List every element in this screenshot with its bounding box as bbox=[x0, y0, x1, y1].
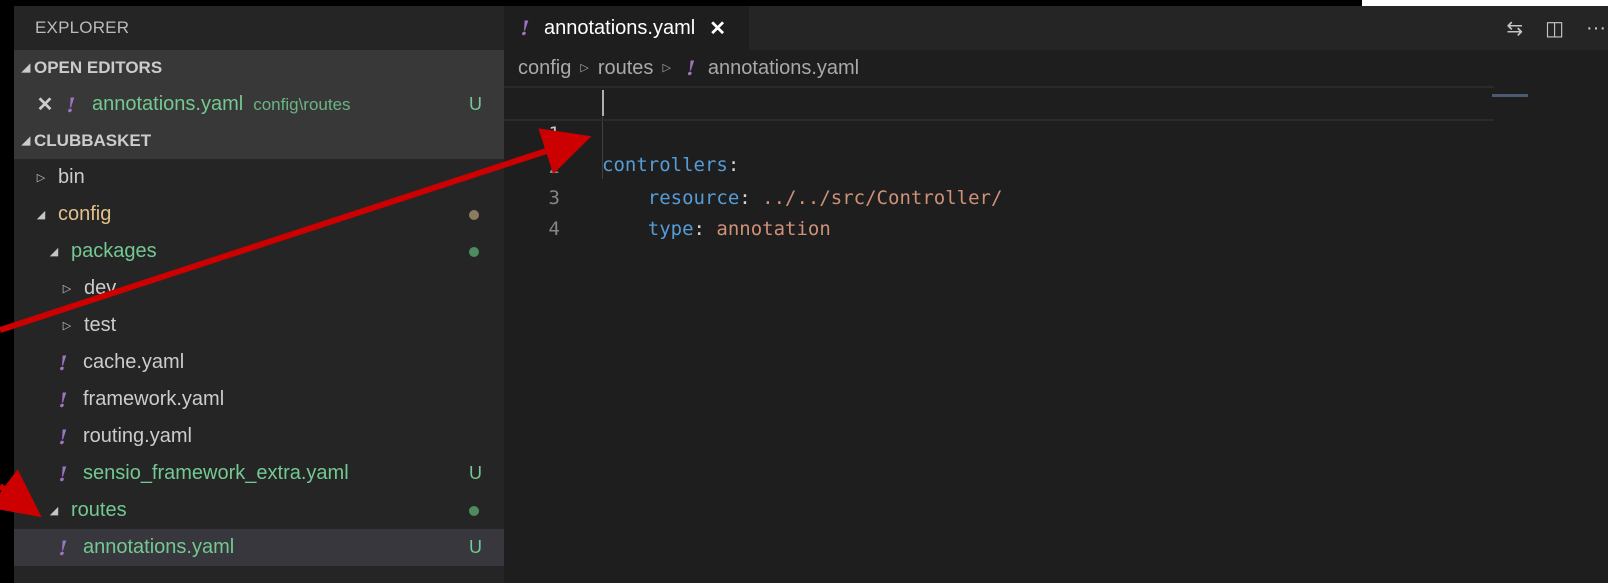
chevron-down-icon: ◢ bbox=[21, 135, 31, 147]
open-changes-icon[interactable]: ⇆ bbox=[1506, 16, 1523, 41]
line-number: 4 bbox=[548, 218, 560, 240]
yaml-icon: ! bbox=[66, 92, 76, 117]
tree-item-label: framework.yaml bbox=[83, 388, 225, 410]
split-editor-icon[interactable]: ◫ bbox=[1545, 16, 1564, 41]
modified-dot bbox=[469, 209, 479, 220]
corner-overlay bbox=[1362, 0, 1608, 6]
tree-item-label: annotations.yaml bbox=[83, 536, 235, 558]
chevron-down-icon: ◢ bbox=[21, 62, 31, 74]
tree-item-framework-yaml[interactable]: ! framework.yaml bbox=[14, 381, 504, 418]
project-header[interactable]: ◢ CLUBBASKET bbox=[14, 123, 504, 159]
breadcrumb: config ▷ routes ▷ ! annotations.yaml bbox=[504, 50, 1608, 86]
chevron-down-icon: ◢ bbox=[49, 505, 59, 517]
code-line[interactable]: 1 controllers: bbox=[504, 86, 1494, 176]
open-editor-item[interactable]: ✕ ! annotations.yaml config\routes U bbox=[14, 86, 504, 123]
chevron-right-icon: ▷ bbox=[62, 283, 72, 295]
explorer-sidebar: EXPLORER ◢ OPEN EDITORS ✕ ! annotations.… bbox=[14, 6, 504, 583]
yaml-key: type bbox=[647, 218, 694, 240]
untracked-badge: U bbox=[469, 537, 482, 557]
tree-item-sensio-yaml[interactable]: ! sensio_framework_extra.yaml U bbox=[14, 455, 504, 492]
tree-item-packages[interactable]: ◢ packages bbox=[14, 233, 504, 270]
tree-item-label: config bbox=[58, 203, 112, 225]
tree-item-label: cache.yaml bbox=[83, 351, 185, 373]
breadcrumb-item[interactable]: annotations.yaml bbox=[708, 50, 859, 86]
code-line[interactable]: 4 bbox=[504, 183, 1608, 240]
yaml-icon: ! bbox=[520, 16, 530, 40]
tree-item-label: bin bbox=[58, 166, 85, 188]
code-line[interactable]: 3 type: annotation bbox=[504, 152, 1608, 240]
breadcrumb-item[interactable]: routes bbox=[598, 50, 654, 86]
tree-item-routing-yaml[interactable]: ! routing.yaml bbox=[14, 418, 504, 455]
chevron-down-icon: ◢ bbox=[36, 209, 46, 221]
tree-item-label: routing.yaml bbox=[83, 425, 192, 447]
tab-annotations-yaml[interactable]: ! annotations.yaml ✕ bbox=[504, 6, 749, 50]
code-line[interactable]: 2 resource: ../../src/Controller/ bbox=[504, 121, 1608, 209]
yaml-icon: ! bbox=[58, 535, 68, 560]
yaml-colon: : bbox=[693, 218, 717, 240]
tree-item-cache-yaml[interactable]: ! cache.yaml bbox=[14, 344, 504, 381]
tree-item-test[interactable]: ▷ test bbox=[14, 307, 504, 344]
code-area[interactable]: 1 controllers: 2 resource: ../../src/Con… bbox=[504, 86, 1608, 240]
tree-item-label: test bbox=[84, 314, 117, 336]
open-editors-header[interactable]: ◢ OPEN EDITORS bbox=[14, 50, 504, 86]
tree-item-dev[interactable]: ▷ dev bbox=[14, 270, 504, 307]
editor-actions: ⇆ ◫ ··· bbox=[1484, 6, 1608, 50]
minimap[interactable] bbox=[1492, 94, 1528, 97]
tree-item-config[interactable]: ◢ config bbox=[14, 196, 504, 233]
tree-item-routes[interactable]: ◢ routes bbox=[14, 492, 504, 529]
project-label: CLUBBASKET bbox=[34, 131, 152, 150]
chevron-right-icon: ▷ bbox=[36, 172, 46, 184]
tree-item-label: dev bbox=[84, 277, 117, 299]
open-editors-label: OPEN EDITORS bbox=[34, 58, 163, 77]
untracked-badge: U bbox=[469, 94, 482, 114]
tree-item-label: sensio_framework_extra.yaml bbox=[83, 462, 349, 484]
tab-bar: ! annotations.yaml ✕ ⇆ ◫ ··· bbox=[504, 6, 1608, 50]
open-editor-filename: annotations.yaml bbox=[92, 93, 244, 115]
close-icon[interactable]: ✕ bbox=[709, 16, 726, 41]
yaml-value: annotation bbox=[716, 218, 831, 240]
open-editor-path: config\routes bbox=[253, 94, 351, 114]
text-cursor bbox=[602, 90, 604, 116]
untracked-dot bbox=[469, 505, 479, 516]
tab-label: annotations.yaml bbox=[544, 16, 696, 39]
yaml-icon: ! bbox=[58, 461, 68, 486]
yaml-icon: ! bbox=[686, 56, 696, 80]
tree-item-bin[interactable]: ▷ bin bbox=[14, 159, 504, 196]
yaml-icon: ! bbox=[58, 387, 68, 412]
chevron-right-icon: ▷ bbox=[662, 62, 671, 74]
tree-item-label: routes bbox=[71, 499, 127, 521]
tree-item-annotations-yaml[interactable]: ! annotations.yaml U bbox=[14, 529, 504, 566]
chevron-down-icon: ◢ bbox=[49, 246, 59, 258]
breadcrumb-item[interactable]: config bbox=[518, 50, 571, 86]
yaml-icon: ! bbox=[58, 424, 68, 449]
chevron-right-icon: ▷ bbox=[62, 320, 72, 332]
editor-pane: ! annotations.yaml ✕ ⇆ ◫ ··· config ▷ ro… bbox=[504, 6, 1608, 583]
yaml-icon: ! bbox=[58, 350, 68, 375]
close-icon[interactable]: ✕ bbox=[34, 92, 56, 117]
chevron-right-icon: ▷ bbox=[580, 62, 589, 74]
explorer-title: EXPLORER bbox=[35, 18, 130, 37]
tree-item-label: packages bbox=[71, 240, 157, 262]
untracked-dot bbox=[469, 246, 479, 257]
more-actions-icon[interactable]: ··· bbox=[1586, 17, 1606, 40]
untracked-badge: U bbox=[469, 463, 482, 483]
